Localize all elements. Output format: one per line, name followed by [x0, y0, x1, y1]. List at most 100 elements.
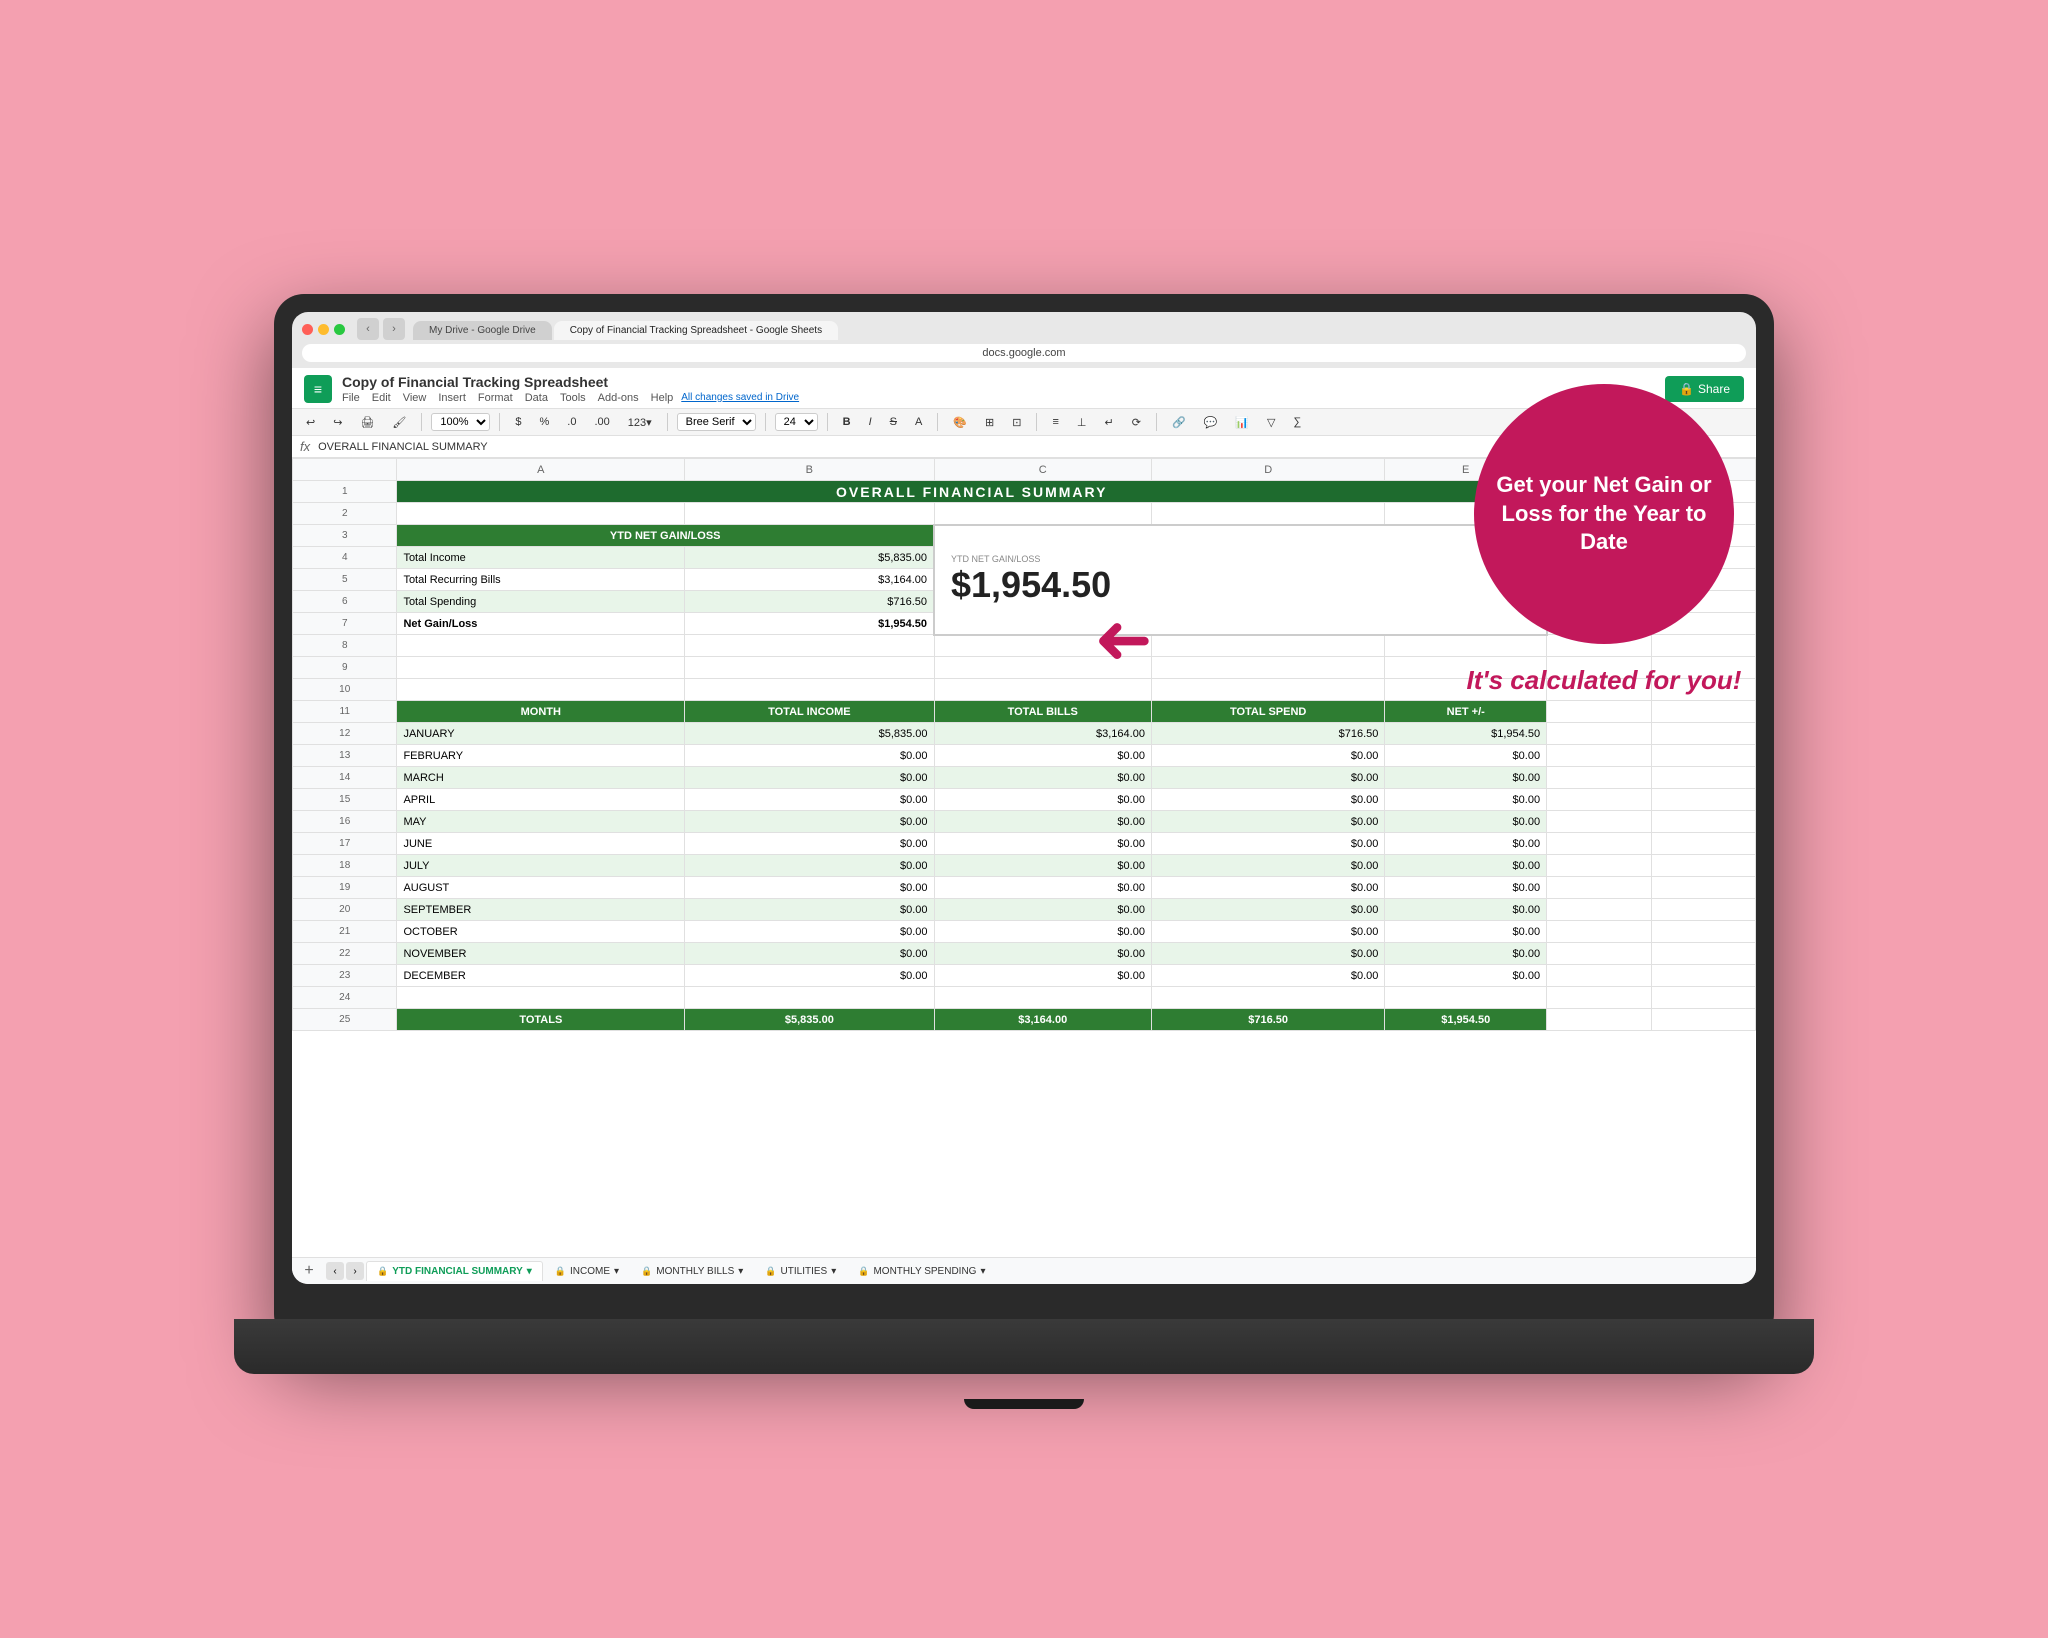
menu-help[interactable]: Help [651, 392, 674, 404]
menu-format[interactable]: Format [478, 392, 513, 404]
menu-tools[interactable]: Tools [560, 392, 586, 404]
month-aug[interactable]: AUGUST [397, 877, 685, 899]
cell-a7[interactable]: Net Gain/Loss [397, 613, 685, 635]
browser-chrome: ‹ › My Drive - Google Drive Copy of Fina… [292, 312, 1756, 368]
currency-button[interactable]: $ [509, 414, 527, 430]
lock-icon-3: 🔒 [641, 1266, 652, 1277]
forward-button[interactable]: › [383, 318, 405, 340]
row-num-2: 2 [293, 503, 397, 525]
lock-icon-1: 🔒 [377, 1266, 388, 1277]
tab-google-sheets[interactable]: Copy of Financial Tracking Spreadsheet -… [554, 321, 838, 340]
menu-file[interactable]: File [342, 392, 360, 404]
toolbar-separator-3 [667, 413, 668, 431]
month-sep[interactable]: SEPTEMBER [397, 899, 685, 921]
spend-col-header: TOTAL SPEND [1151, 701, 1384, 723]
title-area: Copy of Financial Tracking Spreadsheet F… [342, 374, 1655, 404]
filter-button[interactable]: ▽ [1261, 414, 1281, 431]
cell-b4[interactable]: $5,835.00 [685, 547, 934, 569]
tab-monthly-spending[interactable]: 🔒 MONTHLY SPENDING ▾ [848, 1262, 995, 1281]
month-jan[interactable]: JANUARY [397, 723, 685, 745]
borders-button[interactable]: ⊞ [979, 414, 1000, 431]
row-num-7: 7 [293, 613, 397, 635]
text-wrap-button[interactable]: ↵ [1099, 414, 1120, 431]
totals-bills: $3,164.00 [934, 1009, 1151, 1031]
cell-b5[interactable]: $3,164.00 [685, 569, 934, 591]
merge-button[interactable]: ⊡ [1006, 414, 1027, 431]
month-mar[interactable]: MARCH [397, 767, 685, 789]
month-feb[interactable]: FEBRUARY [397, 745, 685, 767]
tab-utilities[interactable]: 🔒 UTILITIES ▾ [755, 1262, 846, 1281]
paint-format-button[interactable]: 🖌 [386, 414, 412, 431]
link-button[interactable]: 🔗 [1166, 414, 1192, 431]
menu-view[interactable]: View [403, 392, 427, 404]
lock-icon-4: 🔒 [765, 1266, 776, 1277]
cell-b7[interactable]: $1,954.50 [685, 613, 934, 635]
back-button[interactable]: ‹ [357, 318, 379, 340]
tab-next-arrow[interactable]: › [346, 1262, 364, 1280]
cell-b6[interactable]: $716.50 [685, 591, 934, 613]
text-color-button[interactable]: A [909, 414, 928, 430]
chart-button[interactable]: 📊 [1229, 414, 1255, 431]
decimal-increase-button[interactable]: .00 [588, 414, 615, 430]
row-24: 24 [293, 987, 1756, 1009]
tab-ytd-financial-summary[interactable]: 🔒 YTD FINANCIAL SUMMARY ▾ [366, 1261, 543, 1281]
percent-button[interactable]: % [534, 414, 556, 430]
print-button[interactable]: 🖨 [354, 414, 380, 431]
row-17: 17 JUNE $0.00 $0.00 $0.00 $0.00 [293, 833, 1756, 855]
month-jul[interactable]: JULY [397, 855, 685, 877]
menu-addons[interactable]: Add-ons [598, 392, 639, 404]
redo-button[interactable]: ↪ [327, 414, 348, 431]
minimize-dot[interactable] [318, 324, 329, 335]
menu-insert[interactable]: Insert [438, 392, 466, 404]
cell-a4[interactable]: Total Income [397, 547, 685, 569]
function-button[interactable]: ∑ [1288, 414, 1308, 430]
decimal-decrease-button[interactable]: .0 [561, 414, 582, 430]
undo-button[interactable]: ↩ [300, 414, 321, 431]
laptop-base [234, 1319, 1814, 1374]
tab-monthly-bills[interactable]: 🔒 MONTHLY BILLS ▾ [631, 1262, 753, 1281]
format-more-button[interactable]: 123▾ [622, 414, 658, 431]
formula-content[interactable]: OVERALL FINANCIAL SUMMARY [318, 441, 488, 453]
document-title[interactable]: Copy of Financial Tracking Spreadsheet [342, 374, 1655, 390]
align-button[interactable]: ≡ [1046, 414, 1064, 430]
font-size-select[interactable]: 24 [775, 413, 818, 431]
tab-prev-arrow[interactable]: ‹ [326, 1262, 344, 1280]
ytd-header-cell[interactable]: YTD NET GAIN/LOSS [397, 525, 934, 547]
menu-edit[interactable]: Edit [372, 392, 391, 404]
close-dot[interactable] [302, 324, 313, 335]
totals-net: $1,954.50 [1385, 1009, 1547, 1031]
menu-data[interactable]: Data [525, 392, 548, 404]
add-sheet-button[interactable]: + [298, 1260, 320, 1282]
cell-a2 [397, 503, 685, 525]
row-num-11: 11 [293, 701, 397, 723]
row-22: 22 NOVEMBER $0.00 $0.00 $0.00 $0.00 [293, 943, 1756, 965]
overall-header-cell[interactable]: OVERALL FINANCIAL SUMMARY [397, 481, 1547, 503]
bold-button[interactable]: B [837, 414, 857, 430]
browser-tabs: My Drive - Google Drive Copy of Financia… [413, 321, 838, 340]
cell-a6[interactable]: Total Spending [397, 591, 685, 613]
url-bar[interactable]: docs.google.com [302, 344, 1746, 362]
month-nov[interactable]: NOVEMBER [397, 943, 685, 965]
lock-icon-2: 🔒 [555, 1266, 566, 1277]
month-jun[interactable]: JUNE [397, 833, 685, 855]
font-select[interactable]: Bree Serif [677, 413, 756, 431]
cell-a5[interactable]: Total Recurring Bills [397, 569, 685, 591]
month-dec[interactable]: DECEMBER [397, 965, 685, 987]
tab-google-drive[interactable]: My Drive - Google Drive [413, 321, 552, 340]
zoom-select[interactable]: 100% [431, 413, 490, 431]
month-oct[interactable]: OCTOBER [397, 921, 685, 943]
strikethrough-button[interactable]: S [884, 414, 903, 430]
valign-button[interactable]: ⊥ [1071, 414, 1093, 431]
text-rotate-button[interactable]: ⟳ [1126, 414, 1147, 431]
month-apr[interactable]: APRIL [397, 789, 685, 811]
comment-button[interactable]: 💬 [1198, 414, 1224, 431]
fill-color-button[interactable]: 🎨 [947, 414, 973, 431]
maximize-dot[interactable] [334, 324, 345, 335]
tab-income[interactable]: 🔒 INCOME ▾ [545, 1262, 629, 1281]
month-may[interactable]: MAY [397, 811, 685, 833]
totals-spend: $716.50 [1151, 1009, 1384, 1031]
cell-a8 [397, 635, 685, 657]
italic-button[interactable]: I [863, 414, 878, 430]
row-21: 21 OCTOBER $0.00 $0.00 $0.00 $0.00 [293, 921, 1756, 943]
pink-arrow-icon: ➜ [1094, 604, 1153, 674]
